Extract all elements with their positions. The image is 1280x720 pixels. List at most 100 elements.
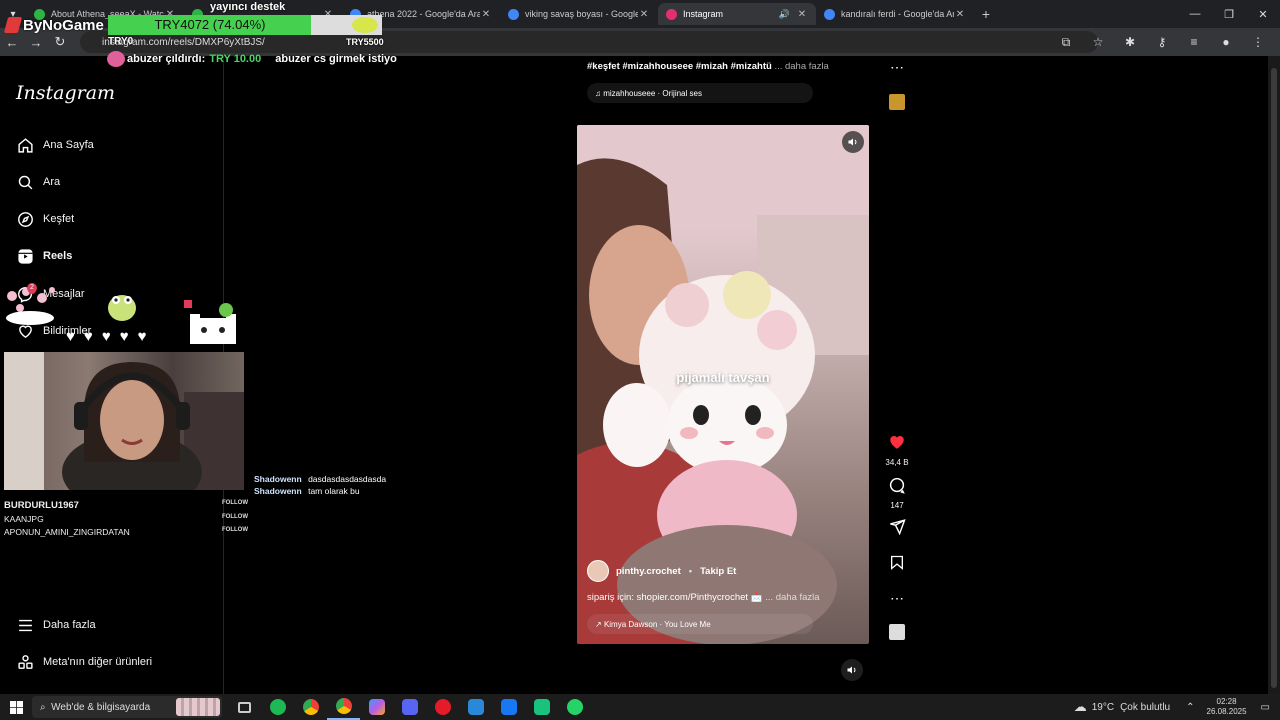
chrome-icon[interactable] [294,694,327,720]
file-explorer-icon[interactable] [459,694,492,720]
comment-icon [889,477,905,494]
goal-title: yayıncı destek [210,1,286,13]
chat-message: Shadowenn dasdasdasdasdasda [254,474,386,486]
like-button[interactable]: 34,4 B [884,433,910,467]
pink-emote-icon [107,51,125,67]
more-options-icon[interactable]: ⋯ [884,590,910,607]
install-app-icon[interactable]: ⧉ [1050,35,1082,50]
stream-chat: Shadowenn dasdasdasdasdasda Shadowenn ta… [254,474,386,498]
follow-label: FOLLOW [222,527,248,533]
screen: ▾ About Athena_seeaX - Watch i ✕ ✕ athen… [0,0,1280,720]
goal-amount-text: TRY4072 (74.04%) [154,17,266,32]
alert-message: abuzer cs girmek istiyo [275,53,397,65]
scrollbar-thumb[interactable] [1271,68,1277,688]
opera-icon[interactable] [426,694,459,720]
reading-list-icon[interactable]: ≡ [1178,35,1210,49]
chrome-menu-icon[interactable]: ⋮ [1242,35,1274,49]
restore-icon[interactable]: ❐ [1212,0,1246,28]
goal-max-label: TRY5500 [346,37,384,47]
notification-icon[interactable]: ▭ [1261,702,1270,713]
follow-button[interactable]: Takip Et [700,566,736,577]
chrome-profile-icon[interactable] [327,694,360,720]
frog-sticker-icon [106,288,138,324]
follower-row: BURDURLU1967 FOLLOW [4,500,248,514]
whatsapp-icon[interactable] [558,694,591,720]
weather-temp[interactable]: 19°C [1092,702,1114,713]
reel-video[interactable]: pijamalı tavşan pinthy.crochet • Takip E… [577,125,869,644]
menu-icon [16,616,34,634]
previous-reel-options-icon[interactable]: ⋯ [884,59,910,76]
nav-search[interactable]: Ara [16,173,60,191]
extensions-icon[interactable]: ✱ [1114,35,1146,49]
previous-reel-hashtags[interactable]: #keşfet #mizahhouseee #mizah #mizahtü [587,61,772,72]
share-button[interactable] [884,518,910,540]
instagram-logo[interactable]: Instagram [16,82,115,104]
bookmark-star-icon[interactable]: ☆ [1082,35,1114,49]
follower-name: APONUN_AMINI_ZINGIRDATAN [4,527,130,537]
task-view-icon[interactable] [228,694,261,720]
slime-sticker-icon [352,17,378,33]
minimize-icon[interactable]: — [1178,0,1212,28]
close-tab-icon[interactable]: ✕ [954,9,966,20]
browser-tab-active[interactable]: Instagram 🔊 ✕ [658,3,816,25]
taskbar-search[interactable]: ⌕ Web'de & bilgisayarda [32,696,222,718]
save-button[interactable] [884,554,910,576]
forward-icon[interactable]: → [24,35,48,50]
nav-label: Ana Sayfa [43,139,94,151]
browser-tab[interactable]: viking savaş boyası - Google'da ✕ [500,3,658,25]
author-avatar[interactable] [587,560,609,582]
bynogame-brand-text: ByNoGame [23,16,104,34]
previous-reel-music[interactable]: ♫ mizahhouseee · Orijinal ses [587,83,813,103]
reel-caption: sipariş için: shopier.com/Pinthycrochet … [587,592,820,603]
close-tab-icon[interactable]: ✕ [638,9,650,20]
messenger-app-icon[interactable] [492,694,525,720]
weather-text[interactable]: Çok bulutlu [1120,702,1170,713]
profile-avatar-icon[interactable]: ● [1210,35,1242,49]
new-tab-button[interactable]: + [974,6,998,22]
discord-icon[interactable] [393,694,426,720]
search-icon [16,173,34,191]
google-favicon-icon [508,8,519,20]
caption-text: sipariş için: shopier.com/Pinthycrochet … [587,592,763,603]
nav-more[interactable]: Daha fazla [16,616,96,634]
copilot-icon[interactable] [360,694,393,720]
nav-home[interactable]: Ana Sayfa [16,136,94,154]
close-tab-icon[interactable]: ✕ [796,9,808,20]
webcam-feed [4,352,244,490]
nav-explore[interactable]: Keşfet [16,210,74,228]
comment-button[interactable]: 147 [884,476,910,510]
caption-more-link[interactable]: ... daha fazla [765,592,819,603]
tray-chevron-up-icon[interactable]: ⌃ [1186,702,1194,713]
music-arrow-icon: ↗ [595,619,604,629]
reel-overlay-text: pijamalı tavşan [676,370,770,385]
follower-row: APONUN_AMINI_ZINGIRDATAN FOLLOW [4,527,248,540]
start-button[interactable] [0,700,32,714]
audio-thumbnail-icon [889,94,905,110]
close-tab-icon[interactable]: ✕ [480,9,492,20]
spotify-icon[interactable] [261,694,294,720]
password-key-icon[interactable]: ⚷ [1146,35,1178,49]
game-launcher-icon[interactable] [525,694,558,720]
close-window-icon[interactable]: ✕ [1246,0,1280,28]
browser-tab[interactable]: kandıralı ferdi - Google'da Ara ✕ [816,3,974,25]
back-icon[interactable]: ← [0,35,24,50]
music-title: mizahhouseee · Orijinal ses [603,88,702,98]
nav-label: Reels [43,250,73,262]
nav-meta-products[interactable]: Meta'nın diğer ürünleri [16,653,152,671]
taskbar-clock[interactable]: 02:28 26.08.2025 [1207,697,1247,717]
cloud-weather-icon[interactable]: ☁ [1074,699,1087,715]
previous-reel-audio-thumb[interactable] [884,94,910,110]
next-reel-speaker-icon[interactable] [841,659,863,681]
previous-reel-more-link[interactable]: ... daha fazla [774,61,828,72]
video-speaker-icon[interactable] [842,131,864,153]
donation-alert: abuzer çıldırdı: TRY 10.00 abuzer cs gir… [107,51,397,67]
audio-page-button[interactable] [884,624,910,640]
reload-icon[interactable]: ↻ [48,34,72,50]
windows-taskbar: ⌕ Web'de & bilgisayarda ☁ 19°C Çok bulut… [0,694,1280,720]
cat-sticker-icon [182,296,244,348]
author-username[interactable]: pinthy.crochet [616,566,681,577]
reel-music[interactable]: ↗ Kimya Dawson · You Love Me [587,614,813,634]
speaker-icon[interactable]: 🔊 [779,9,790,20]
nav-reels[interactable]: Reels [16,247,72,265]
page-scrollbar[interactable] [1268,56,1280,694]
